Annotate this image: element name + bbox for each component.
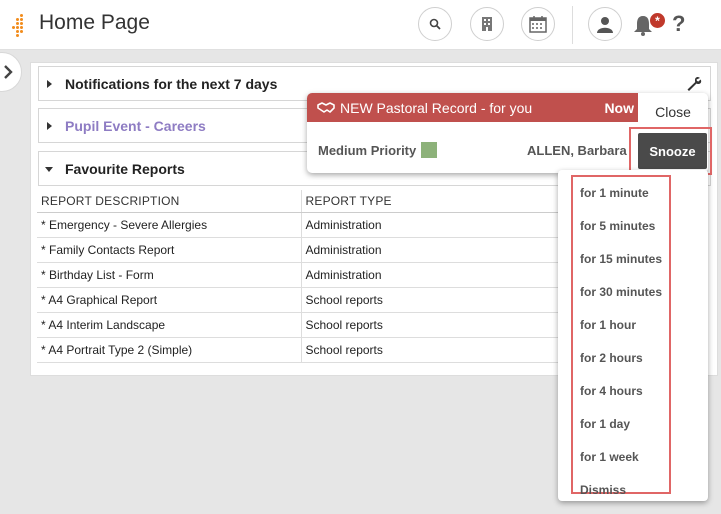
table-row[interactable]: * A4 Interim Landscape School reports xyxy=(37,312,559,338)
caret-down-icon xyxy=(45,167,53,172)
report-description[interactable]: * Birthday List - Form xyxy=(37,262,302,288)
report-type: Administration xyxy=(301,237,559,263)
dismiss-option[interactable]: Dismiss xyxy=(580,483,626,497)
table-row[interactable]: * Emergency - Severe Allergies Administra… xyxy=(37,212,559,238)
table-row[interactable]: * Birthday List - Form Administration xyxy=(37,262,559,288)
table-row[interactable]: * A4 Graphical Report School reports xyxy=(37,287,559,313)
close-button[interactable]: Close xyxy=(638,93,708,130)
search-icon xyxy=(429,18,441,30)
pupil-name[interactable]: ALLEN, Barbara xyxy=(527,143,627,158)
favourite-reports-table: REPORT DESCRIPTION REPORT TYPE * Emergen… xyxy=(37,190,559,363)
report-type: School reports xyxy=(301,312,559,338)
page-title: Home Page xyxy=(39,11,150,34)
report-description[interactable]: * A4 Interim Landscape xyxy=(37,312,302,338)
snooze-button[interactable]: Snooze xyxy=(638,133,707,169)
section-label: Pupil Event - Careers xyxy=(65,118,206,134)
snooze-option-1-hour[interactable]: for 1 hour xyxy=(580,318,636,332)
app-logo xyxy=(12,12,26,38)
section-label: Favourite Reports xyxy=(65,161,185,177)
table-header-row: REPORT DESCRIPTION REPORT TYPE xyxy=(37,190,559,213)
handshake-icon xyxy=(317,102,335,113)
caret-right-icon xyxy=(47,80,52,88)
table-row[interactable]: * A4 Portrait Type 2 (Simple) School repo… xyxy=(37,337,559,363)
report-description[interactable]: * A4 Portrait Type 2 (Simple) xyxy=(37,337,302,363)
calendar-icon xyxy=(529,16,547,33)
section-label: Notifications for the next 7 days xyxy=(65,76,278,92)
header-divider xyxy=(572,6,573,44)
user-menu-button[interactable] xyxy=(588,7,622,41)
snooze-option-1-week[interactable]: for 1 week xyxy=(580,450,639,464)
chevron-right-icon xyxy=(4,65,13,79)
help-icon[interactable]: ? xyxy=(672,11,685,37)
notification-badge: * xyxy=(649,12,666,29)
snooze-option-30-minutes[interactable]: for 30 minutes xyxy=(580,285,662,299)
snooze-option-5-minutes[interactable]: for 5 minutes xyxy=(580,219,655,233)
snooze-option-4-hours[interactable]: for 4 hours xyxy=(580,384,643,398)
pastoral-notification-popup: NEW Pastoral Record - for you Now Close … xyxy=(307,93,712,175)
search-button[interactable] xyxy=(418,7,452,41)
column-header-description[interactable]: REPORT DESCRIPTION xyxy=(37,190,302,213)
snooze-dropdown: for 1 minute for 5 minutes for 15 minute… xyxy=(558,170,708,501)
notification-time: Now xyxy=(604,100,634,116)
report-description[interactable]: * Emergency - Severe Allergies xyxy=(37,212,302,238)
caret-right-icon xyxy=(47,122,52,130)
snooze-option-2-hours[interactable]: for 2 hours xyxy=(580,351,643,365)
wrench-icon[interactable] xyxy=(686,76,702,92)
column-header-type[interactable]: REPORT TYPE xyxy=(301,190,559,213)
report-type: Administration xyxy=(301,262,559,288)
building-icon xyxy=(482,17,492,31)
calendar-button[interactable] xyxy=(521,7,555,41)
report-type: Administration xyxy=(301,212,559,238)
snooze-option-1-day[interactable]: for 1 day xyxy=(580,417,630,431)
snooze-options-highlight: for 1 minute for 5 minutes for 15 minute… xyxy=(571,175,671,497)
report-description[interactable]: * Family Contacts Report xyxy=(37,237,302,263)
app-header: Home Page * ? xyxy=(0,0,721,50)
priority-label: Medium Priority xyxy=(318,143,417,158)
snooze-option-15-minutes[interactable]: for 15 minutes xyxy=(580,252,662,266)
school-button[interactable] xyxy=(470,7,504,41)
report-description[interactable]: * A4 Graphical Report xyxy=(37,287,302,313)
snooze-option-1-minute[interactable]: for 1 minute xyxy=(580,186,649,200)
notification-title: NEW Pastoral Record - for you xyxy=(340,100,533,116)
table-row[interactable]: * Family Contacts Report Administration xyxy=(37,237,559,263)
priority-swatch xyxy=(421,142,437,158)
user-icon xyxy=(597,17,613,33)
notification-title-bar: NEW Pastoral Record - for you Now xyxy=(307,93,638,122)
report-type: School reports xyxy=(301,287,559,313)
report-type: School reports xyxy=(301,337,559,363)
sidebar-toggle[interactable] xyxy=(0,52,22,92)
